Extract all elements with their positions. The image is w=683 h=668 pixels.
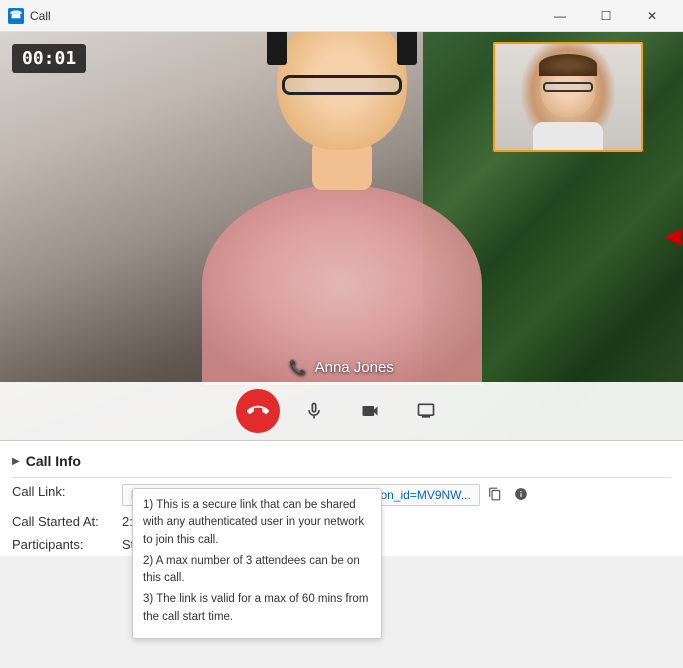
app-icon: ☎ [8,8,24,24]
window-controls: — ☐ ✕ [537,0,675,32]
call-info-label: Call Info [26,453,81,469]
screen-share-button[interactable] [404,389,448,433]
video-area: 00:01 ◀ 📞 Anna Jones [0,32,683,440]
call-link-row: Call Link: https://sukhoi.mangopulse.com… [12,480,671,510]
separator [12,477,671,478]
expand-triangle-icon: ▶ [12,456,20,467]
close-button[interactable]: ✕ [629,0,675,32]
sidebar-arrow-indicator[interactable]: ◀ [664,223,681,249]
info-rows-container: Call Link: https://sukhoi.mangopulse.com… [12,480,671,556]
caller-name-bar: 📞 Anna Jones [0,355,683,380]
tooltip-line-3: 3) The link is valid for a max of 60 min… [143,591,371,626]
main-video-person [162,35,522,385]
info-panel: ▶ Call Info Call Link: https://sukhoi.ma… [0,440,683,556]
info-link-button[interactable] [510,485,532,506]
call-info-header[interactable]: ▶ Call Info [12,449,671,475]
mute-button[interactable] [292,389,336,433]
hangup-button[interactable] [236,389,280,433]
minimize-button[interactable]: — [537,0,583,32]
tooltip-line-2: 2) A max number of 3 attendees can be on… [143,553,371,588]
call-started-key: Call Started At: [12,514,122,529]
maximize-button[interactable]: ☐ [583,0,629,32]
pip-video [493,42,643,152]
link-info-tooltip: 1) This is a secure link that can be sha… [132,488,382,639]
call-timer: 00:01 [12,44,86,73]
call-controls-bar [0,382,683,440]
camera-button[interactable] [348,389,392,433]
participants-key: Participants: [12,537,122,552]
window-title: Call [30,9,537,23]
caller-name: Anna Jones [315,359,394,376]
title-bar: ☎ Call — ☐ ✕ [0,0,683,32]
tooltip-line-1: 1) This is a secure link that can be sha… [143,497,371,549]
call-link-key: Call Link: [12,484,122,499]
phone-active-icon: 📞 [289,359,306,376]
pip-person [495,44,641,150]
copy-link-button[interactable] [484,485,506,506]
